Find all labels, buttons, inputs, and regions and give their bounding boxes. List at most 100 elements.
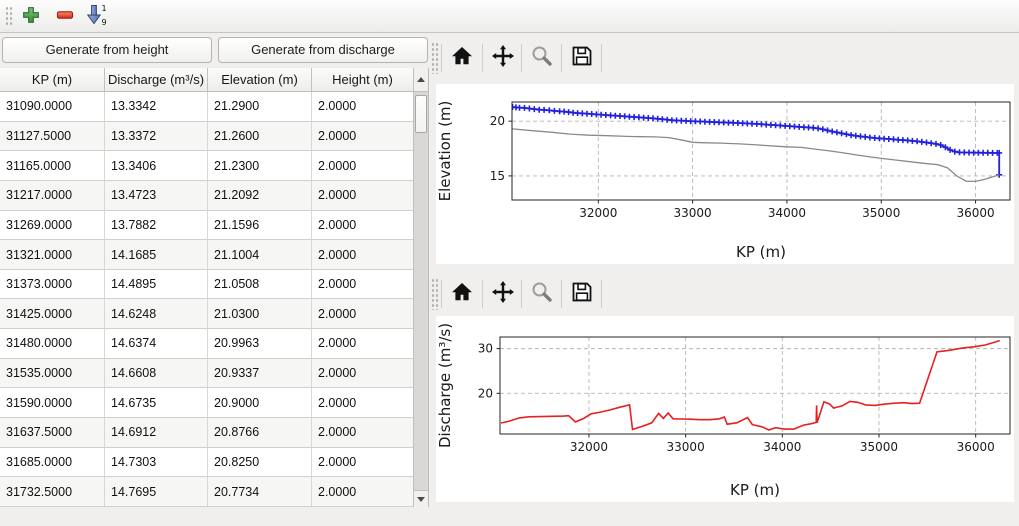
table-cell[interactable]: 2.0000 <box>312 181 414 211</box>
scrollbar-thumb[interactable] <box>415 95 427 133</box>
table-cell[interactable]: 20.8766 <box>208 418 312 448</box>
table-cell[interactable]: 13.4723 <box>105 181 208 211</box>
table-cell[interactable]: 31590.0000 <box>0 388 105 418</box>
save-button[interactable] <box>566 42 598 74</box>
table-cell[interactable]: 21.2092 <box>208 181 312 211</box>
table-cell[interactable]: 21.0300 <box>208 299 312 329</box>
table-cell[interactable]: 21.1596 <box>208 211 312 241</box>
toolbar-drag-handle[interactable] <box>5 6 13 27</box>
remove-row-button[interactable] <box>52 4 78 30</box>
home-button[interactable] <box>446 42 478 74</box>
table-cell[interactable]: 2.0000 <box>312 329 414 359</box>
scroll-up-button[interactable] <box>414 68 428 92</box>
column-header-height[interactable]: Height (m) <box>312 68 414 92</box>
table-cell[interactable]: 21.1004 <box>208 240 312 270</box>
table-cell[interactable]: 14.6374 <box>105 329 208 359</box>
table-cell[interactable]: 31535.0000 <box>0 359 105 389</box>
sort-rows-button[interactable]: 1 9 <box>84 4 110 30</box>
table-row[interactable]: 31165.000013.340621.23002.0000 <box>0 151 414 181</box>
table-cell[interactable]: 20.9963 <box>208 329 312 359</box>
table-cell[interactable]: 14.7303 <box>105 448 208 478</box>
table-scrollbar[interactable] <box>413 68 428 507</box>
table-cell[interactable]: 2.0000 <box>312 122 414 152</box>
table-cell[interactable]: 21.2600 <box>208 122 312 152</box>
table-cell[interactable]: 31425.0000 <box>0 299 105 329</box>
table-cell[interactable]: 2.0000 <box>312 388 414 418</box>
table-cell[interactable]: 2.0000 <box>312 240 414 270</box>
table-cell[interactable]: 31480.0000 <box>0 329 105 359</box>
table-cell[interactable]: 21.2900 <box>208 92 312 122</box>
table-row[interactable]: 31590.000014.673520.90002.0000 <box>0 388 414 418</box>
table-cell[interactable]: 31373.0000 <box>0 270 105 300</box>
table-cell[interactable]: 14.7695 <box>105 477 208 507</box>
table-cell[interactable]: 2.0000 <box>312 448 414 478</box>
table-row[interactable]: 31127.500013.337221.26002.0000 <box>0 122 414 152</box>
toolbar-drag-handle[interactable] <box>431 278 439 310</box>
table-row[interactable]: 31480.000014.637420.99632.0000 <box>0 329 414 359</box>
table-row[interactable]: 31217.000013.472321.20922.0000 <box>0 181 414 211</box>
table-cell[interactable]: 31637.5000 <box>0 418 105 448</box>
table-row[interactable]: 31373.000014.489521.05082.0000 <box>0 270 414 300</box>
table-row[interactable]: 31535.000014.660820.93372.0000 <box>0 359 414 389</box>
table-cell[interactable]: 14.6608 <box>105 359 208 389</box>
table-row[interactable]: 31637.500014.691220.87662.0000 <box>0 418 414 448</box>
pan-icon <box>491 280 515 309</box>
table-cell[interactable]: 2.0000 <box>312 418 414 448</box>
table-cell[interactable]: 21.0508 <box>208 270 312 300</box>
toolbar-drag-handle[interactable] <box>431 42 439 74</box>
table-cell[interactable]: 2.0000 <box>312 299 414 329</box>
table-cell[interactable]: 2.0000 <box>312 211 414 241</box>
table-cell[interactable]: 14.6248 <box>105 299 208 329</box>
table-row[interactable]: 31090.000013.334221.29002.0000 <box>0 92 414 122</box>
table-cell[interactable]: 20.7734 <box>208 477 312 507</box>
table-cell[interactable]: 14.6735 <box>105 388 208 418</box>
table-cell[interactable]: 14.1685 <box>105 240 208 270</box>
scroll-down-button[interactable] <box>414 490 428 507</box>
x-tick-label: 32000 <box>579 206 617 220</box>
table-cell[interactable]: 13.7882 <box>105 211 208 241</box>
svg-text:1: 1 <box>102 4 107 13</box>
table-cell[interactable]: 20.8250 <box>208 448 312 478</box>
table-cell[interactable]: 20.9000 <box>208 388 312 418</box>
table-row[interactable]: 31269.000013.788221.15962.0000 <box>0 211 414 241</box>
table-cell[interactable]: 14.6912 <box>105 418 208 448</box>
elevation-chart[interactable]: 32000330003400035000360001520KP (m)Eleva… <box>436 84 1014 264</box>
save-button[interactable] <box>566 278 598 310</box>
table-cell[interactable]: 13.3372 <box>105 122 208 152</box>
table-cell[interactable]: 2.0000 <box>312 477 414 507</box>
discharge-chart[interactable]: 32000330003400035000360002030KP (m)Disch… <box>436 316 1014 502</box>
table-cell[interactable]: 20.9337 <box>208 359 312 389</box>
table-cell[interactable]: 2.0000 <box>312 270 414 300</box>
table-row[interactable]: 31425.000014.624821.03002.0000 <box>0 299 414 329</box>
column-header-elevation[interactable]: Elevation (m) <box>208 68 312 92</box>
pan-button[interactable] <box>487 42 519 74</box>
zoom-button[interactable] <box>526 278 558 310</box>
table-cell[interactable]: 31685.0000 <box>0 448 105 478</box>
table-cell[interactable]: 31165.0000 <box>0 151 105 181</box>
table-cell[interactable]: 21.2300 <box>208 151 312 181</box>
add-row-button[interactable] <box>18 4 44 30</box>
table-row[interactable]: 31685.000014.730320.82502.0000 <box>0 448 414 478</box>
table-cell[interactable]: 2.0000 <box>312 92 414 122</box>
table-cell[interactable]: 31090.0000 <box>0 92 105 122</box>
zoom-button[interactable] <box>526 42 558 74</box>
table-cell[interactable]: 31269.0000 <box>0 211 105 241</box>
generate-from-discharge-button[interactable]: Generate from discharge <box>218 37 428 63</box>
table-cell[interactable]: 13.3406 <box>105 151 208 181</box>
table-cell[interactable]: 31732.5000 <box>0 477 105 507</box>
table-row[interactable]: 31321.000014.168521.10042.0000 <box>0 240 414 270</box>
pan-button[interactable] <box>487 278 519 310</box>
charts-panel: 32000330003400035000360001520KP (m)Eleva… <box>430 34 1019 526</box>
table-cell[interactable]: 14.4895 <box>105 270 208 300</box>
table-cell[interactable]: 31127.5000 <box>0 122 105 152</box>
table-cell[interactable]: 13.3342 <box>105 92 208 122</box>
table-row[interactable]: 31732.500014.769520.77342.0000 <box>0 477 414 507</box>
table-cell[interactable]: 31217.0000 <box>0 181 105 211</box>
table-cell[interactable]: 31321.0000 <box>0 240 105 270</box>
home-button[interactable] <box>446 278 478 310</box>
generate-from-height-button[interactable]: Generate from height <box>2 37 212 63</box>
column-header-discharge[interactable]: Discharge (m³/s) <box>105 68 208 92</box>
table-cell[interactable]: 2.0000 <box>312 151 414 181</box>
table-cell[interactable]: 2.0000 <box>312 359 414 389</box>
column-header-kp[interactable]: KP (m) <box>0 68 105 92</box>
